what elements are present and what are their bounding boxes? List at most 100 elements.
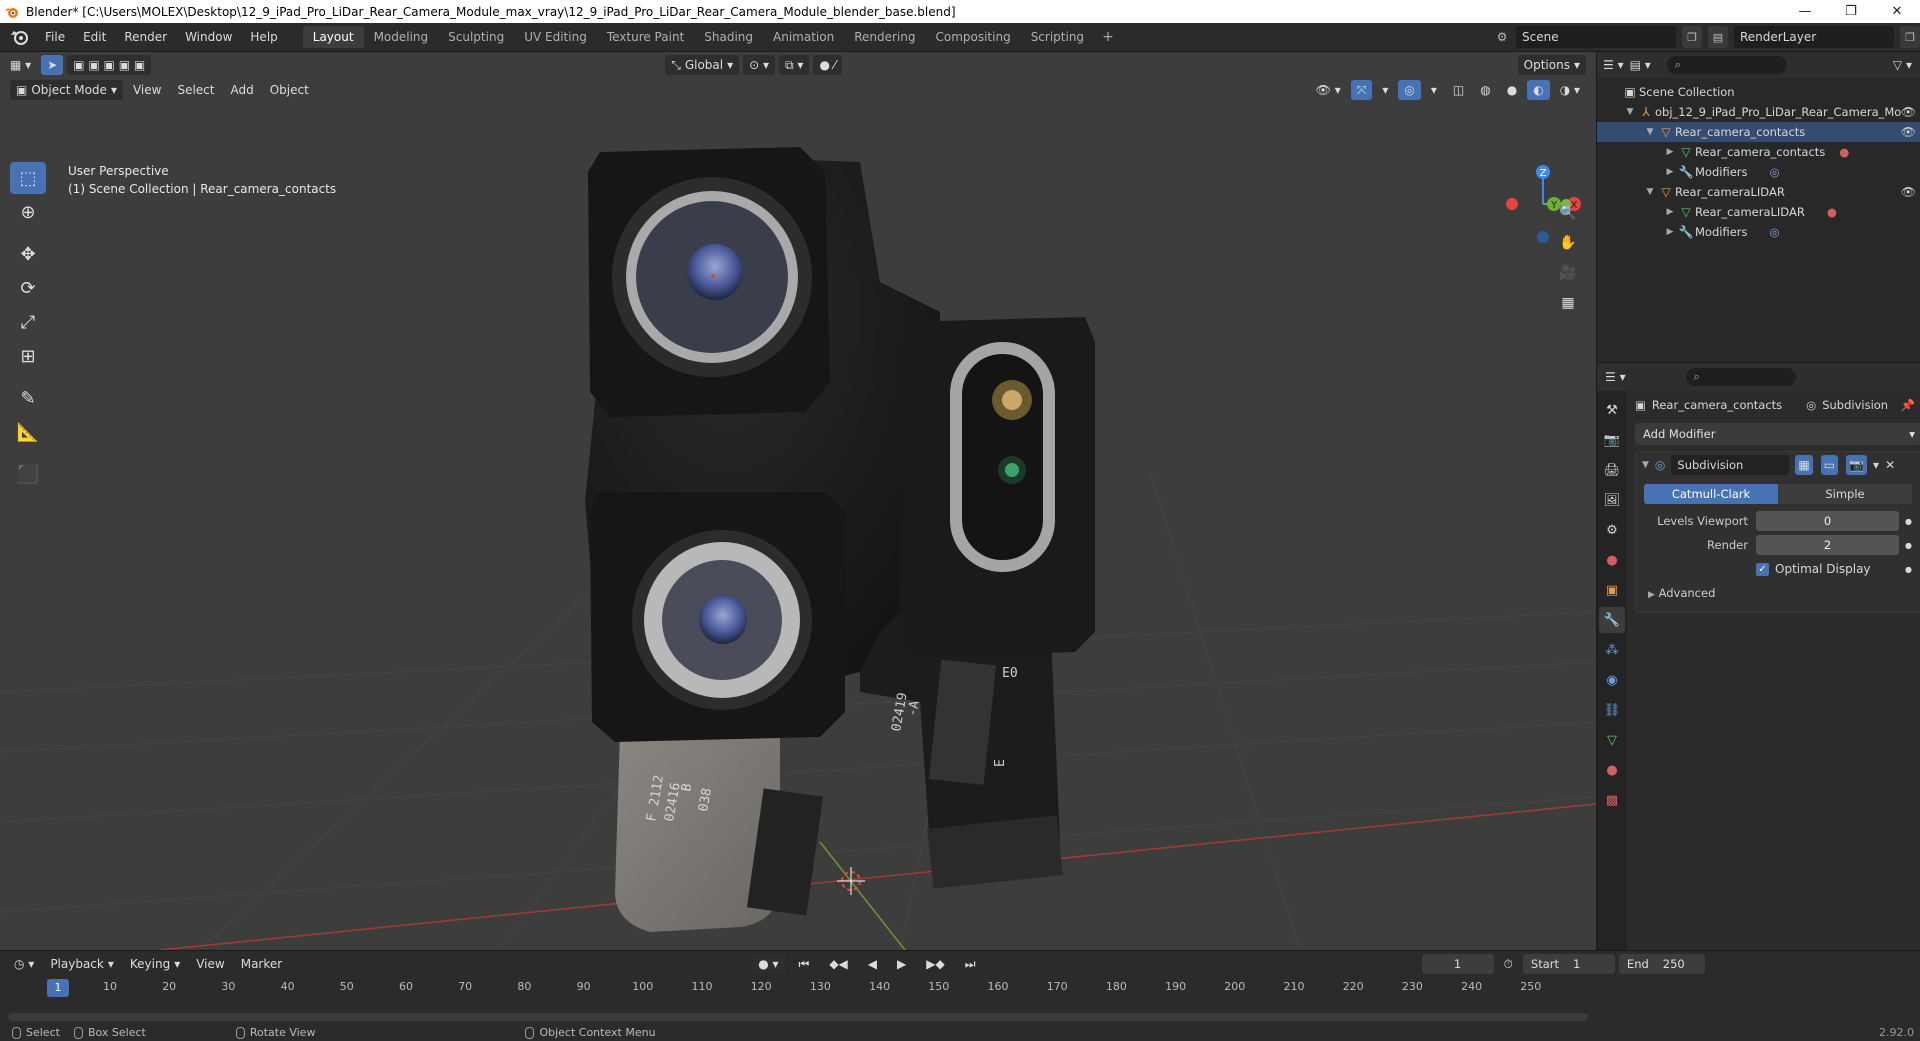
expand-icon[interactable]: ▶ [1663, 227, 1677, 237]
overlay-dropdown[interactable]: ▾ [1425, 80, 1443, 100]
proportional-edit-icon[interactable]: ● ⁄ [813, 55, 842, 75]
expand-icon[interactable]: ▼ [1643, 127, 1657, 137]
menu-help[interactable]: Help [241, 26, 286, 48]
visibility-eye-icon[interactable]: 👁 [1901, 185, 1916, 199]
object-tab-icon[interactable]: ▣ [1599, 577, 1625, 603]
xray-icon[interactable]: ◫ [1447, 80, 1470, 100]
filter-icon[interactable]: ▽ ▾ [1893, 58, 1912, 72]
outliner-display-icon[interactable]: ▤ ▾ [1630, 58, 1651, 72]
transform-tool-icon[interactable]: ⊞ [10, 340, 46, 372]
expand-icon[interactable]: ▶ [1663, 147, 1677, 157]
pivot-dropdown[interactable]: ⊙ ▾ [743, 55, 776, 75]
jump-start-icon[interactable]: ⏮ [793, 954, 816, 974]
scale-tool-icon[interactable]: ⤢ [10, 306, 46, 338]
options-dropdown[interactable]: Options ▾ [1517, 55, 1586, 75]
visibility-eye-icon[interactable]: 👁 [1901, 105, 1916, 119]
end-frame-field[interactable]: End 250 [1618, 954, 1705, 974]
select-box-tool-icon[interactable]: ⬚ [10, 162, 46, 194]
properties-editor-icon[interactable]: ☰ ▾ [1605, 370, 1626, 384]
menu-window[interactable]: Window [176, 26, 241, 48]
jump-end-icon[interactable]: ⏭ [959, 954, 982, 974]
measure-tool-icon[interactable]: 📐 [10, 416, 46, 448]
overlay-toggle-icon[interactable]: ◎ [1398, 80, 1421, 100]
tab-texture-paint[interactable]: Texture Paint [597, 26, 694, 48]
record-keyframe-icon[interactable]: ● ▾ [752, 954, 785, 974]
tab-shading[interactable]: Shading [694, 26, 763, 48]
outliner-row[interactable]: ▶ 🔧 Modifiers ◎ [1597, 162, 1920, 182]
add-modifier-dropdown[interactable]: Add Modifier ▾ [1635, 423, 1920, 445]
remove-modifier-icon[interactable]: ✕ [1885, 458, 1895, 472]
simple-button[interactable]: Simple [1778, 484, 1912, 504]
tab-compositing[interactable]: Compositing [925, 26, 1020, 48]
menu-view[interactable]: View [127, 80, 167, 100]
material-icon[interactable]: ● [1839, 145, 1849, 159]
blender-menu-icon[interactable] [8, 26, 30, 48]
catmull-clark-button[interactable]: Catmull-Clark [1644, 484, 1778, 504]
physics-tab-icon[interactable]: ◉ [1599, 667, 1625, 693]
outliner-row[interactable]: ▼ ▽ Rear_camera_contacts 👁 [1597, 122, 1920, 142]
cursor-tool-icon[interactable]: ⊕ [10, 196, 46, 228]
play-reverse-icon[interactable]: ◀ [862, 954, 883, 974]
menu-render[interactable]: Render [115, 26, 176, 48]
timeline-ruler[interactable]: 1 10 20 30 40 50 60 70 80 90 100 110 120 130 140 150 16… [0, 977, 1596, 999]
subdivision-modifier-icon[interactable]: ◎ [1770, 165, 1780, 179]
outliner-search[interactable]: ⌕ [1666, 56, 1787, 74]
gizmo-toggle-icon[interactable]: ⤧ [1350, 80, 1373, 100]
render-layer-icon[interactable]: ▤ [1708, 26, 1728, 48]
advanced-subpanel[interactable]: ▶ Advanced [1648, 586, 1908, 600]
expand-icon[interactable]: ▶ [1663, 207, 1677, 217]
edit-mode-toggle-icon[interactable]: ▦ [1795, 455, 1813, 475]
add-workspace-button[interactable]: + [1094, 26, 1122, 48]
rotate-tool-icon[interactable]: ⟳ [10, 272, 46, 304]
render-layer-selector[interactable]: RenderLayer [1734, 26, 1894, 48]
minimize-button[interactable]: — [1782, 0, 1828, 23]
outliner-row[interactable]: ▼ ⅄ obj_12_9_iPad_Pro_LiDar_Rear_Camera_… [1597, 102, 1920, 122]
outliner-row[interactable]: ▼ ▽ Rear_cameraLIDAR 👁 [1597, 182, 1920, 202]
menu-file[interactable]: File [36, 26, 74, 48]
properties-search[interactable]: ⌕ [1685, 368, 1796, 386]
tab-layout[interactable]: Layout [302, 26, 364, 48]
outliner-row[interactable]: ▶ ▽ Rear_camera_contacts ● [1597, 142, 1920, 162]
visibility-icon[interactable]: 👁 ▾ [1310, 80, 1347, 100]
marker-menu[interactable]: Marker [235, 954, 288, 974]
material-tab-icon[interactable]: ● [1599, 757, 1625, 783]
new-scene-icon[interactable]: ❐ [1682, 26, 1702, 48]
tab-sculpting[interactable]: Sculpting [438, 26, 514, 48]
selection-mode-icons[interactable]: ▣ ▣ ▣ ▣ ▣ [67, 55, 152, 75]
checkbox-checked-icon[interactable]: ✓ [1756, 562, 1769, 576]
play-icon[interactable]: ▶ [891, 954, 912, 974]
tool-tab-icon[interactable]: ⚒ [1599, 397, 1625, 423]
pan-hand-icon[interactable]: ✋ [1555, 230, 1581, 256]
view-layer-tab-icon[interactable]: 🖼 [1599, 487, 1625, 513]
maximize-button[interactable]: ❐ [1828, 0, 1874, 23]
select-tool-icon[interactable]: ➤ [41, 55, 64, 75]
menu-edit[interactable]: Edit [74, 26, 115, 48]
new-layer-icon[interactable]: ❐ [1900, 26, 1920, 48]
close-window-button[interactable]: ✕ [1874, 0, 1920, 23]
scene-icon[interactable]: ⚙ [1494, 29, 1510, 45]
timeline-view-menu[interactable]: View [190, 954, 230, 974]
data-tab-icon[interactable]: ▽ [1599, 727, 1625, 753]
camera-view-icon[interactable]: 🎥 [1555, 260, 1581, 286]
render-tab-icon[interactable]: 📷 [1599, 427, 1625, 453]
keyframe-dot-icon[interactable]: ● [1905, 565, 1912, 574]
subdivision-modifier-icon[interactable]: ◎ [1770, 225, 1780, 239]
annotate-tool-icon[interactable]: ✎ [10, 382, 46, 414]
menu-object[interactable]: Object [264, 80, 315, 100]
ortho-grid-icon[interactable]: ▦ [1555, 290, 1581, 316]
menu-add[interactable]: Add [224, 80, 259, 100]
render-levels-field[interactable]: 2 [1756, 535, 1900, 555]
outliner-row[interactable]: ▶ 🔧 Modifiers ◎ [1597, 222, 1920, 242]
editor-type-icon[interactable]: ▦ ▾ [4, 55, 37, 75]
outliner-root[interactable]: ▣ Scene Collection [1597, 82, 1920, 102]
tab-uv-editing[interactable]: UV Editing [514, 26, 597, 48]
outliner-row[interactable]: ▶ ▽ Rear_cameraLIDAR ● [1597, 202, 1920, 222]
snap-dropdown[interactable]: ⧉ ▾ [779, 55, 810, 75]
output-tab-icon[interactable]: 🖨 [1599, 457, 1625, 483]
tab-scripting[interactable]: Scripting [1021, 26, 1094, 48]
shading-material-icon[interactable]: ◐ [1527, 80, 1550, 100]
texture-tab-icon[interactable]: ▩ [1599, 787, 1625, 813]
constraints-tab-icon[interactable]: ⛓ [1599, 697, 1625, 723]
render-toggle-icon[interactable]: 📷 [1846, 455, 1868, 475]
current-frame-marker[interactable]: 1 [47, 979, 69, 997]
